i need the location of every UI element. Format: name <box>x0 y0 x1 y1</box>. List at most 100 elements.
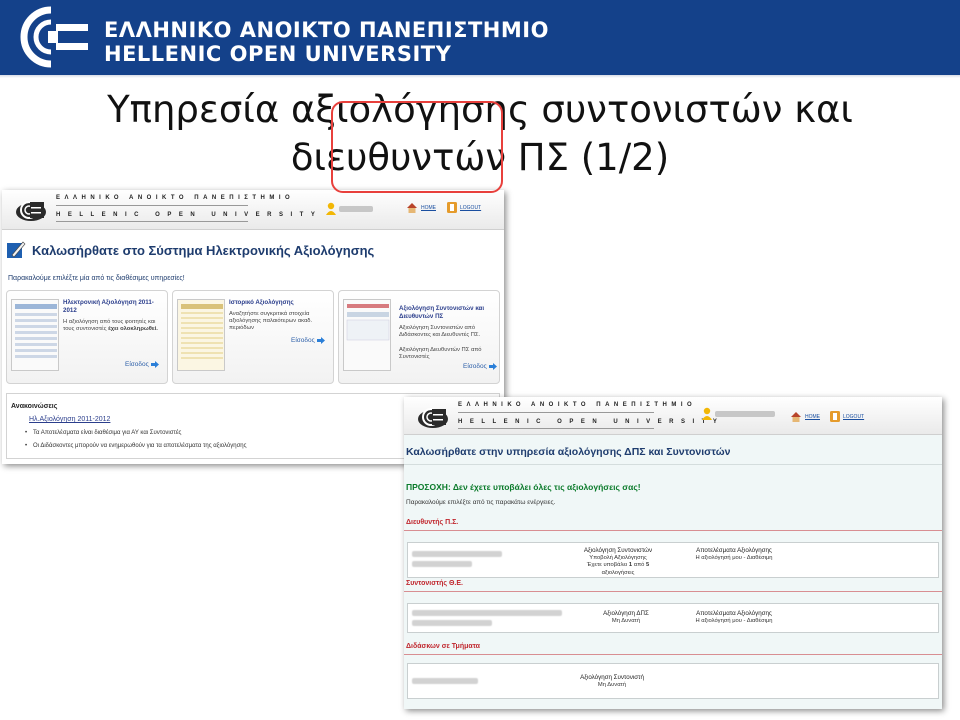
logout-icon <box>830 411 840 422</box>
enter-link[interactable]: Είσοδος <box>125 361 159 368</box>
evaluate-coordinators-cell[interactable]: Αξιολόγηση Συντονιστών Υποβολή Αξιολόγησ… <box>558 547 678 577</box>
section-title-director: Διευθυντής Π.Σ. <box>406 519 459 526</box>
service-card-history[interactable]: Ιστορικό Αξιολόγησης Αναζητήστε συγκριτι… <box>172 290 334 384</box>
instructor-row: Αξιολόγηση Συντονιστή Μη Δυνατή <box>407 663 939 699</box>
service-body: Καλωσήρθατε στην υπηρεσία αξιολόγησης ΔΠ… <box>404 435 942 709</box>
table-preview-icon <box>181 304 223 359</box>
form-preview-icon <box>15 304 57 358</box>
card-description: Η αξιολόγηση από τους φοιτητές και τους … <box>63 319 163 333</box>
portal-header-greek: ΕΛΛΗΝΙΚΟ ΑΝΟΙΚΤΟ ΠΑΝΕΠΙΣΤΗΜΙΟ <box>458 402 697 408</box>
cell-title: Αποτελέσματα Αξιολόγησης <box>696 547 772 554</box>
not-available-label: Μη Δυνατή <box>597 681 627 688</box>
choose-action-text: Παρακαλούμε επιλέξτε από τις παρακάτω εν… <box>406 499 556 506</box>
submitted-number: 1 <box>628 562 633 568</box>
cell-title: Αξιολόγηση ΔΠΣ <box>603 610 649 617</box>
announcement-link[interactable]: Ηλ.Αξιολόγηση 2011-2012 <box>29 416 110 423</box>
submitted-label: Έχετε υποβάλει <box>586 562 628 568</box>
user-menu[interactable] <box>702 407 775 420</box>
cell-title: Αξιολόγηση Συντονιστών <box>583 547 653 554</box>
card-thumbnail <box>343 299 391 371</box>
header-rule <box>56 221 248 222</box>
enter-link[interactable]: Είσοδος <box>291 337 325 344</box>
total-number: 5 <box>645 562 650 568</box>
results-cell[interactable]: Αποτελέσματα Αξιολόγησης Η αξιολόγησή μο… <box>674 547 794 562</box>
logout-link[interactable]: LOGOUT <box>447 202 481 213</box>
choose-service-text: Παρακαλούμε επιλέξτε μία από τις διαθέσι… <box>8 275 185 282</box>
results-cell[interactable]: Αποτελέσματα Αξιολόγησης Η αξιολόγησή μο… <box>674 610 794 625</box>
announcement-item: Οι Διδάσκοντες μπορούν να ενημερωθούν γι… <box>25 443 247 449</box>
pen-icon <box>7 241 26 258</box>
arrow-right-icon <box>316 337 325 344</box>
header-rule <box>458 412 654 413</box>
announcements-heading: Ανακοινώσεις <box>11 403 58 410</box>
service-card-evaluation-2011[interactable]: Ηλεκτρονική Αξιολόγηση 2011-2012 Η αξιολ… <box>6 290 168 384</box>
blurred-program-name <box>412 561 472 567</box>
username-blurred <box>715 410 775 417</box>
section-rule <box>404 530 942 531</box>
portal-header: ΕΛΛΗΝΙΚΟ ΑΝΟΙΚΤΟ ΠΑΝΕΠΙΣΤΗΜΙΟ HELLENIC O… <box>404 397 942 435</box>
welcome-title: Καλωσήρθατε στην υπηρεσία αξιολόγησης ΔΠ… <box>406 446 731 458</box>
evaluate-director-cell: Αξιολόγηση ΔΠΣ Μη Δυνατή <box>566 610 686 625</box>
header-rule <box>56 205 248 206</box>
portal-header-greek: ΕΛΛΗΝΙΚΟ ΑΝΟΙΚΤΟ ΠΑΝΕΠΙΣΤΗΜΙΟ <box>56 195 295 201</box>
director-row: Αξιολόγηση Συντονιστών Υποβολή Αξιολόγησ… <box>407 542 939 578</box>
home-link[interactable]: HOME <box>406 202 436 213</box>
enter-link-label: Είσοδος <box>125 361 149 368</box>
divider <box>404 464 942 465</box>
header-rule <box>458 428 654 429</box>
blurred-program-name <box>412 610 562 616</box>
card-thumbnail <box>11 299 59 371</box>
home-link-label: HOME <box>805 413 820 420</box>
logout-link[interactable]: LOGOUT <box>830 411 864 422</box>
service-cards: Ηλεκτρονική Αξιολόγηση 2011-2012 Η αξιολ… <box>6 290 502 386</box>
home-icon <box>407 203 417 213</box>
card-title: Αξιολόγηση Συντονιστών και Διευθυντών ΠΣ <box>399 305 485 320</box>
blurred-program-name <box>412 620 492 626</box>
logout-link-label: LOGOUT <box>843 413 865 420</box>
my-evaluation-available-link[interactable]: Η αξιολόγησή μου - Διαθέσιμη <box>674 618 794 626</box>
portal-header-english: HELLENIC OPEN UNIVERSITY <box>56 212 323 218</box>
enter-link[interactable]: Είσοδος <box>463 363 497 370</box>
portal-header: ΕΛΛΗΝΙΚΟ ΑΝΟΙΚΤΟ ΠΑΝΕΠΙΣΤΗΜΙΟ HELLENIC O… <box>2 190 504 230</box>
user-icon <box>702 407 712 420</box>
card-title: Ηλεκτρονική Αξιολόγηση 2011-2012 <box>63 299 154 314</box>
card-description-bold: έχει ολοκληρωθεί. <box>108 326 158 332</box>
arrow-right-icon <box>150 361 159 368</box>
section-rule <box>404 591 942 592</box>
card-thumbnail <box>177 299 225 371</box>
submitted-count: Έχετε υποβάλει 1 από 5 <box>558 562 678 570</box>
announcement-item: Τα Αποτελέσματα είναι διαθέσιμα για ΑΥ κ… <box>25 430 181 436</box>
enter-link-label: Είσοδος <box>463 363 487 370</box>
blurred-program-name <box>412 551 502 557</box>
logout-icon <box>447 202 457 213</box>
service-card-coordinator-evaluation[interactable]: Αξιολόγηση Συντονιστών και Διευθυντών ΠΣ… <box>338 290 500 384</box>
user-menu[interactable] <box>326 202 373 215</box>
arrow-right-icon <box>488 363 497 370</box>
user-icon <box>326 202 336 215</box>
logout-link-label: LOGOUT <box>460 204 482 211</box>
blurred-program-name <box>412 678 478 684</box>
banner-english-name: HELLENIC OPEN UNIVERSITY <box>104 42 452 66</box>
evaluate-coordinator-cell: Αξιολόγηση Συντονιστή Μη Δυνατή <box>552 674 672 689</box>
banner-divider <box>0 75 960 78</box>
card-description: Αξιολόγηση Συντονιστών από Διδάσκοντες κ… <box>399 325 481 338</box>
section-rule <box>404 654 942 655</box>
home-link[interactable]: HOME <box>790 411 820 422</box>
welcome-bar: Καλωσήρθατε στο Σύστημα Ηλεκτρονικής Αξι… <box>6 235 500 265</box>
hou-logo-icon <box>16 201 46 221</box>
my-evaluation-available-link[interactable]: Η αξιολόγησή μου - Διαθέσιμη <box>674 555 794 563</box>
hou-logo-icon <box>20 6 92 68</box>
enter-link-label: Είσοδος <box>291 337 315 344</box>
warning-message: ΠΡΟΣΟΧΗ: Δεν έχετε υποβάλει όλες τις αξι… <box>406 482 641 492</box>
submit-evaluation-link[interactable]: Υποβολή Αξιολόγησης <box>558 555 678 563</box>
cell-title: Αξιολόγηση Συντονιστή <box>580 674 644 681</box>
section-title-coordinator: Συντονιστής Θ.Ε. <box>406 580 463 587</box>
cell-title: Αποτελέσματα Αξιολόγησης <box>696 610 772 617</box>
coordinator-row: Αξιολόγηση ΔΠΣ Μη Δυνατή Αποτελέσματα Αξ… <box>407 603 939 633</box>
banner-greek-name: ΕΛΛΗΝΙΚΟ ΑΝΟΙΚΤΟ ΠΑΝΕΠΙΣΤΗΜΙΟ <box>104 18 549 42</box>
section-title-instructor: Διδάσκων σε Τμήματα <box>406 643 480 650</box>
welcome-title: Καλωσήρθατε στο Σύστημα Ηλεκτρονικής Αξι… <box>32 242 375 258</box>
hou-logo-icon <box>418 408 448 428</box>
slide: ΕΛΛΗΝΙΚΟ ΑΝΟΙΚΤΟ ΠΑΝΕΠΙΣΤΗΜΙΟ HELLENIC O… <box>0 0 960 720</box>
of-label: από <box>633 562 645 568</box>
